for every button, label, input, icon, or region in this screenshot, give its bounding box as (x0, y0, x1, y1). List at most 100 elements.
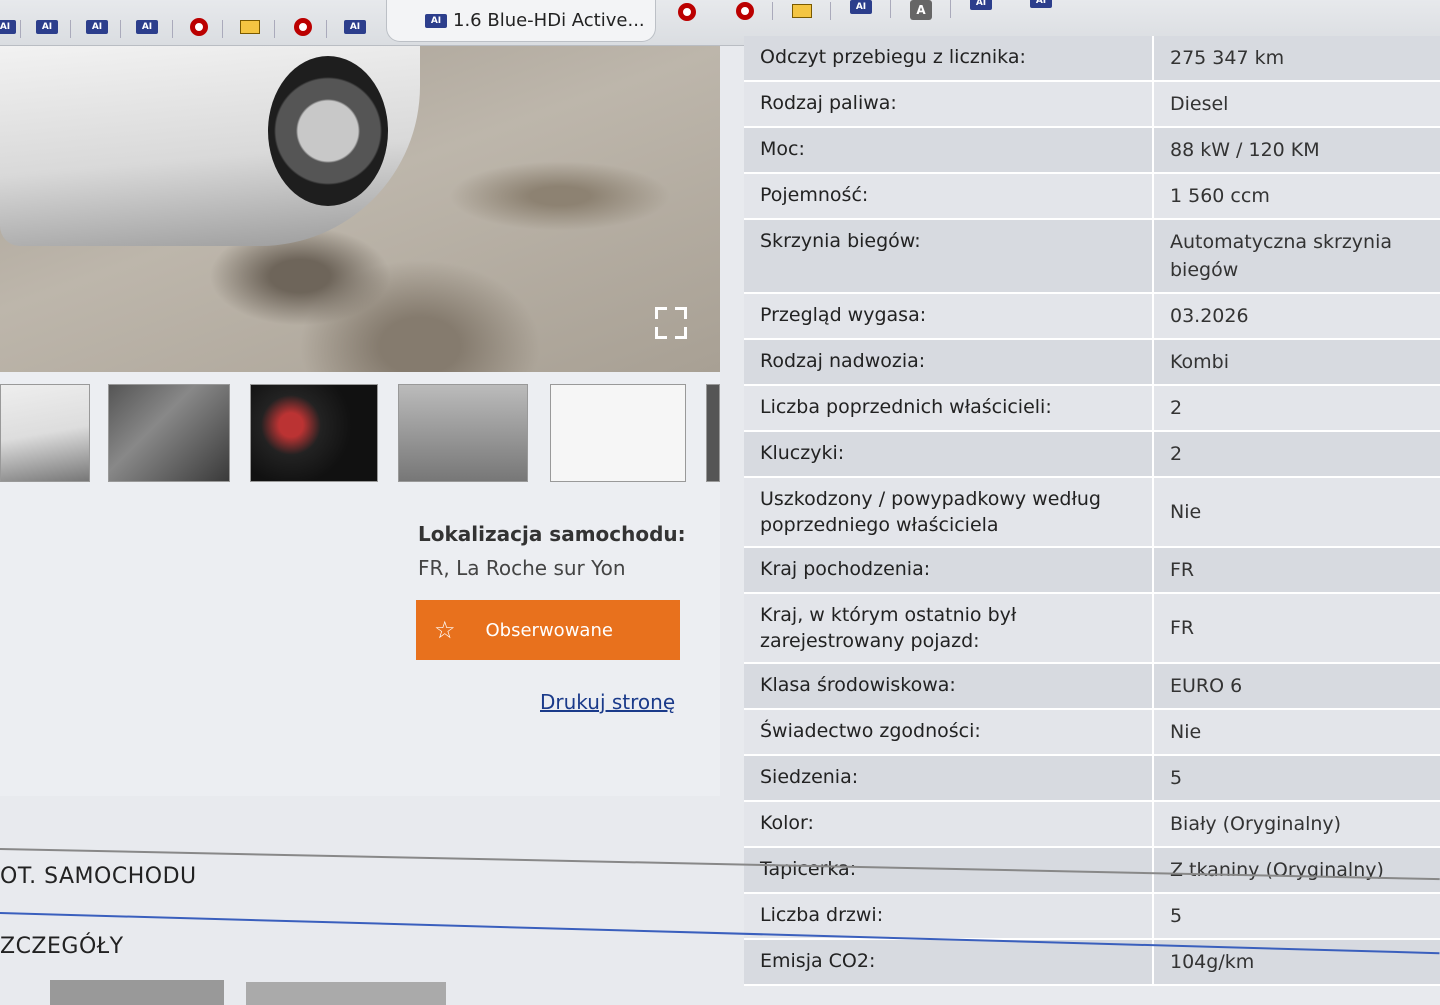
tab-separator (274, 20, 275, 38)
ai-logo-icon[interactable]: AI (86, 20, 108, 34)
spec-label: Liczba drzwi: (744, 894, 1154, 938)
main-photo[interactable] (0, 46, 720, 372)
thumbnail-strip (0, 384, 720, 484)
location-value: FR, La Roche sur Yon (418, 556, 626, 580)
avatar-icon[interactable]: A (910, 0, 932, 20)
thumbnail[interactable] (246, 982, 446, 1005)
spec-row: Klasa środowiskowa: EURO 6 (744, 664, 1440, 710)
thumbnail[interactable] (50, 980, 224, 1005)
spec-label: Skrzynia biegów: (744, 220, 1154, 292)
fullscreen-icon[interactable] (652, 304, 690, 342)
spec-value: FR (1170, 559, 1195, 581)
spec-label: Liczba poprzednich właścicieli: (744, 386, 1154, 430)
spec-label: Przegląd wygasa: (744, 294, 1154, 338)
spec-row: Rodzaj paliwa: Diesel (744, 82, 1440, 128)
spec-label: Kluczyki: (744, 432, 1154, 476)
spec-value: Nie (1170, 721, 1202, 743)
tab-separator (70, 20, 71, 38)
ai-logo-icon[interactable]: AI (970, 0, 992, 10)
watch-button[interactable]: ☆ Obserwowane (416, 600, 680, 660)
thumbnail[interactable] (250, 384, 378, 482)
spec-value: FR (1170, 617, 1195, 639)
spec-row: Moc: 88 kW / 120 KM (744, 128, 1440, 174)
spec-value: 5 (1170, 905, 1183, 927)
thumbnail[interactable] (550, 384, 686, 482)
spec-value: Automatyczna skrzynia biegów (1170, 231, 1392, 281)
thumbnail[interactable] (706, 384, 720, 482)
spec-value: 1 560 ccm (1170, 185, 1270, 207)
tab-separator (950, 0, 951, 18)
thumbnail[interactable] (398, 384, 528, 482)
spec-value: EURO 6 (1170, 675, 1243, 697)
ai-logo-icon[interactable]: AI (344, 20, 366, 34)
spec-row: Przegląd wygasa: 03.2026 (744, 294, 1440, 340)
tab-separator (120, 20, 121, 38)
mail-icon[interactable] (240, 20, 260, 34)
tab-separator (890, 0, 891, 18)
spec-row: Uszkodzony / powypadkowy według poprzedn… (744, 478, 1440, 548)
spec-row: Kluczyki: 2 (744, 432, 1440, 478)
opera-ring-icon[interactable] (736, 2, 754, 20)
spec-row: Liczba poprzednich właścicieli: 2 (744, 386, 1440, 432)
tab-active[interactable]: AI 1.6 Blue-HDi Active... (386, 0, 656, 42)
listing-page: Lokalizacja samochodu: FR, La Roche sur … (0, 36, 1440, 1005)
opera-ring-icon[interactable] (678, 3, 696, 21)
spec-value: 275 347 km (1170, 47, 1285, 69)
spec-value: Nie (1170, 501, 1202, 523)
spec-label: Klasa środowiskowa: (744, 664, 1154, 708)
spec-row: Świadectwo zgodności: Nie (744, 710, 1440, 756)
opera-ring-icon[interactable] (190, 18, 208, 36)
spec-value: Kombi (1170, 351, 1229, 373)
print-page-link[interactable]: Drukuj stronę (540, 690, 675, 714)
tab-separator (830, 2, 831, 20)
specs-table: Odczyt przebiegu z licznika: 275 347 km Ro… (744, 36, 1440, 986)
spec-label: Pojemność: (744, 174, 1154, 218)
spec-row: Kraj, w którym ostatnio był zarejestrowa… (744, 594, 1440, 664)
spec-row: Liczba drzwi: 5 (744, 894, 1440, 940)
spec-row: Skrzynia biegów: Automatyczna skrzynia bi… (744, 220, 1440, 294)
spec-value: 2 (1170, 443, 1183, 465)
spec-row: Kraj pochodzenia: FR (744, 548, 1440, 594)
ai-logo-icon[interactable]: AI (36, 20, 58, 34)
opera-ring-icon[interactable] (294, 18, 312, 36)
spec-label: Moc: (744, 128, 1154, 172)
car-wheel-image (268, 56, 388, 206)
spec-value: Biały (Oryginalny) (1170, 813, 1342, 835)
spec-value: 2 (1170, 397, 1183, 419)
spec-value: Z tkaniny (Oryginalny) (1170, 859, 1384, 881)
spec-row: Pojemność: 1 560 ccm (744, 174, 1440, 220)
spec-label: Odczyt przebiegu z licznika: (744, 36, 1154, 80)
spec-label: Kraj, w którym ostatnio był zarejestrowa… (744, 594, 1154, 662)
spec-row: Siedzenia: 5 (744, 756, 1440, 802)
section-title-details[interactable]: ZCZEGÓŁY (0, 934, 124, 959)
ai-logo-icon[interactable]: AI (1030, 0, 1052, 8)
ai-logo-icon: AI (425, 14, 447, 28)
ai-logo-icon[interactable]: AI (136, 20, 158, 34)
spec-value: 88 kW / 120 KM (1170, 139, 1320, 161)
spec-label: Kraj pochodzenia: (744, 548, 1154, 592)
spec-label: Uszkodzony / powypadkowy według poprzedn… (744, 478, 1154, 546)
thumbnail[interactable] (0, 384, 90, 482)
watch-button-label: Obserwowane (485, 619, 613, 641)
spec-label: Rodzaj paliwa: (744, 82, 1154, 126)
star-icon: ☆ (434, 616, 456, 644)
mail-icon[interactable] (792, 4, 812, 18)
spec-row: Odczyt przebiegu z licznika: 275 347 km (744, 36, 1440, 82)
tab-separator (222, 20, 223, 38)
spec-label: Rodzaj nadwozia: (744, 340, 1154, 384)
spec-label: Świadectwo zgodności: (744, 710, 1154, 754)
tab-separator (172, 20, 173, 38)
tab-separator (20, 20, 21, 38)
spec-row: Kolor: Biały (Oryginalny) (744, 802, 1440, 848)
bottom-thumbnails (0, 976, 1440, 1005)
spec-label: Siedzenia: (744, 756, 1154, 800)
ai-logo-icon[interactable]: AI (850, 0, 872, 14)
tab-separator (772, 2, 773, 20)
spec-label: Kolor: (744, 802, 1154, 846)
ai-logo-icon[interactable]: AI (0, 20, 16, 34)
section-title-car[interactable]: OT. SAMOCHODU (0, 864, 197, 889)
thumbnail[interactable] (108, 384, 230, 482)
spec-value: 03.2026 (1170, 305, 1249, 327)
spec-row: Rodzaj nadwozia: Kombi (744, 340, 1440, 386)
spec-value: 5 (1170, 767, 1183, 789)
